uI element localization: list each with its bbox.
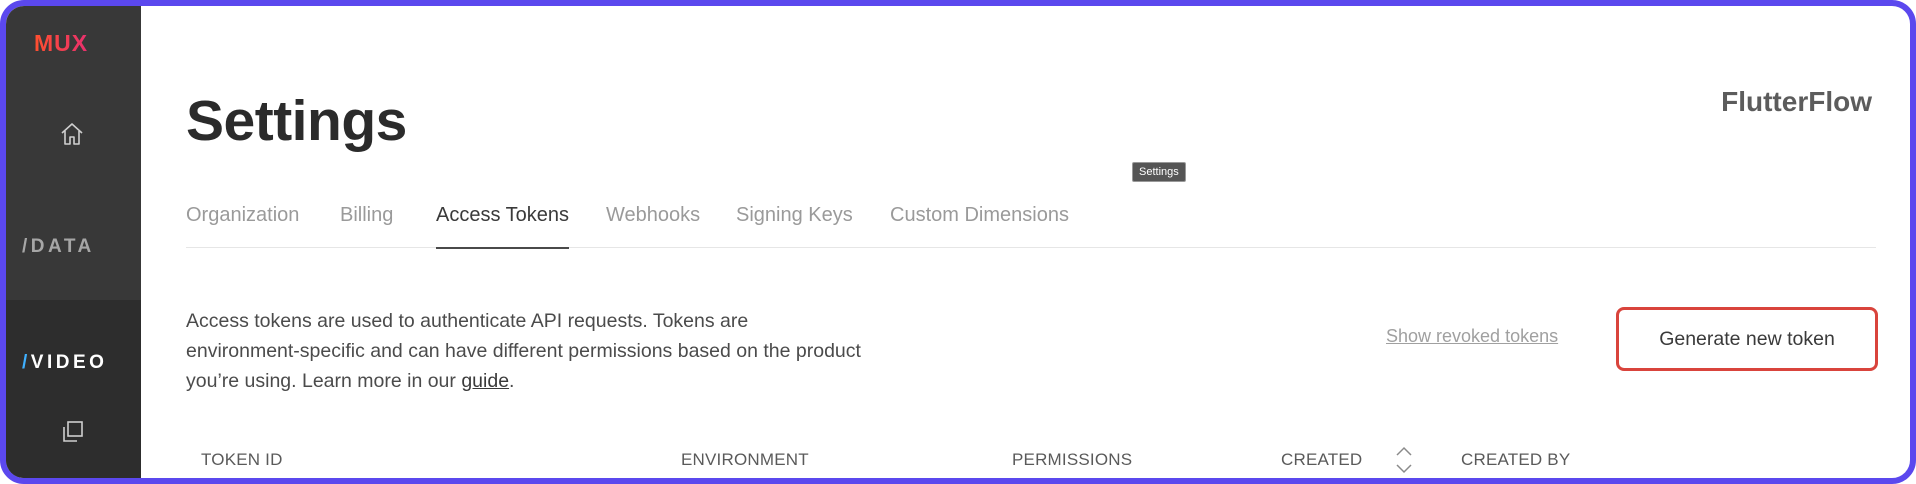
show-revoked-tokens-link[interactable]: Show revoked tokens — [1386, 326, 1558, 347]
sidebar: MUX /DATA /VIDEO — [6, 6, 141, 478]
sidebar-video-section — [6, 300, 141, 478]
sidebar-item-video[interactable]: /VIDEO — [22, 352, 107, 374]
copy-icon[interactable] — [58, 418, 86, 446]
tab-custom-dimensions[interactable]: Custom Dimensions — [890, 204, 1069, 248]
video-label: VIDEO — [30, 352, 108, 373]
tooltip: Settings — [1132, 162, 1186, 182]
tab-billing[interactable]: Billing — [340, 204, 393, 248]
mux-logo[interactable]: MUX — [34, 30, 88, 57]
column-header-environment: ENVIRONMENT — [681, 450, 809, 469]
column-header-created-by: CREATED BY — [1461, 450, 1571, 469]
tab-webhooks[interactable]: Webhooks — [606, 204, 700, 248]
tab-signing-keys[interactable]: Signing Keys — [736, 204, 853, 248]
page-title: Settings — [186, 89, 407, 153]
app-window: MUX /DATA /VIDEO Settings FlutterFlow Se… — [0, 0, 1916, 484]
generate-new-token-button[interactable]: Generate new token — [1616, 307, 1878, 371]
organization-name[interactable]: FlutterFlow — [1721, 86, 1872, 118]
sidebar-item-data[interactable]: /DATA — [22, 236, 95, 258]
guide-link[interactable]: guide — [461, 370, 509, 392]
video-slash: / — [22, 352, 31, 373]
data-slash: / — [22, 236, 31, 257]
settings-tabs: Organization Billing Access Tokens Webho… — [186, 204, 1876, 249]
column-header-created[interactable]: CREATED — [1281, 450, 1362, 470]
access-tokens-description: Access tokens are used to authenticate A… — [186, 306, 866, 396]
column-header-token-id: TOKEN ID — [201, 450, 283, 469]
data-label: DATA — [30, 236, 95, 257]
column-header-permissions: PERMISSIONS — [1012, 450, 1133, 469]
description-end: . — [509, 370, 515, 392]
home-icon[interactable] — [58, 120, 86, 148]
tab-organization[interactable]: Organization — [186, 204, 299, 248]
sort-icon[interactable] — [1394, 444, 1414, 476]
description-text: Access tokens are used to authenticate A… — [186, 310, 861, 392]
tab-access-tokens[interactable]: Access Tokens — [436, 204, 570, 249]
